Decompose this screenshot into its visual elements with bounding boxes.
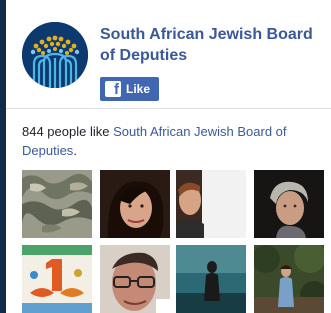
fan-avatar-man-portrait[interactable] [176,170,246,238]
fan-avatar-woman-dark-hair[interactable] [100,170,170,238]
fan-avatar-man-glasses[interactable] [100,245,170,313]
like-button[interactable]: f Like [100,77,160,101]
likes-count: 844 people like [22,124,110,139]
page-name-link[interactable]: South African Jewish Board of Deputies [100,24,320,66]
likes-count-end: . [73,143,77,158]
likes-count-text: 844 people like South African Jewish Boa… [22,122,328,160]
fan-avatar-person-by-water[interactable] [176,245,246,313]
like-button-label: Like [126,82,151,96]
page-header: South African Jewish Board of Deputies f… [6,0,331,109]
fan-avatar-number-one-graphic[interactable] [22,245,92,313]
fan-avatar-older-woman[interactable] [254,170,324,238]
page-logo[interactable] [22,22,88,88]
fan-avatar-person-in-garden[interactable] [254,245,324,313]
fan-faces-grid [22,170,331,313]
fan-avatar-camouflage[interactable] [22,170,92,238]
facebook-page-plugin: South African Jewish Board of Deputies f… [6,0,331,313]
facebook-f-icon: f [105,81,121,97]
